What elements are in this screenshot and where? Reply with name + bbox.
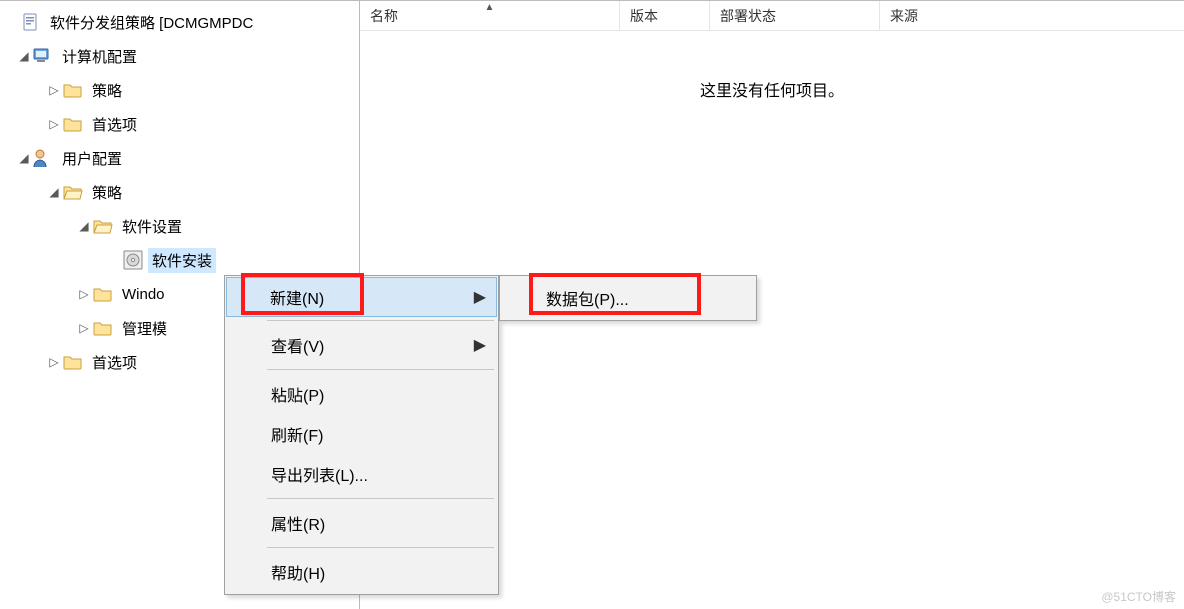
expand-icon[interactable]: ▷ [46, 73, 62, 107]
menu-paste[interactable]: 粘贴(P) [227, 374, 496, 414]
menu-new-label: 新建(N) [270, 285, 324, 309]
expand-icon[interactable]: ▷ [76, 311, 92, 345]
folder-icon [62, 79, 84, 101]
tree-software-install-label: 软件安装 [148, 248, 216, 273]
menu-view-label: 查看(V) [271, 333, 324, 357]
tree-software-settings-label: 软件设置 [118, 214, 186, 239]
tree-root[interactable]: ▷ 软件分发组策略 [DCMGMPDC [0, 5, 359, 39]
menu-separator [267, 547, 494, 548]
col-source[interactable]: 来源 [880, 1, 1184, 30]
expand-icon[interactable]: ▷ [76, 277, 92, 311]
menu-separator [267, 498, 494, 499]
menu-new[interactable]: 新建(N) ▶ [226, 277, 497, 317]
tree-admin-templates-label: 管理模 [118, 316, 171, 341]
watermark: @51CTO博客 [1101, 588, 1176, 605]
folder-icon [92, 317, 114, 339]
submenu-package[interactable]: 数据包(P)... [502, 278, 754, 318]
list-header: 名称 ▲ 版本 部署状态 来源 [360, 1, 1184, 31]
submenu-arrow-icon: ▶ [474, 335, 486, 355]
folder-icon [62, 351, 84, 373]
context-submenu: 数据包(P)... [499, 275, 757, 321]
collapse-icon[interactable]: ◢ [46, 175, 62, 209]
tree-software-settings[interactable]: ◢ 软件设置 [0, 209, 359, 243]
expand-icon[interactable]: ▷ [46, 107, 62, 141]
submenu-arrow-icon: ▶ [474, 287, 486, 307]
menu-properties-label: 属性(R) [271, 511, 325, 535]
expand-icon[interactable]: ▷ [46, 345, 62, 379]
tree-root-label: 软件分发组策略 [DCMGMPDC [46, 10, 257, 35]
tree-cc-policies-label: 策略 [88, 78, 126, 103]
collapse-icon[interactable]: ◢ [76, 209, 92, 243]
tree-windows-label: Windo [118, 284, 169, 305]
col-name[interactable]: 名称 ▲ [360, 1, 620, 30]
collapse-icon[interactable]: ◢ [16, 39, 32, 73]
menu-export-list[interactable]: 导出列表(L)... [227, 454, 496, 494]
menu-help-label: 帮助(H) [271, 560, 325, 584]
empty-message: 这里没有任何项目。 [360, 31, 1184, 101]
tree-computer-config-label: 计算机配置 [58, 44, 141, 69]
user-icon [32, 147, 54, 169]
tree-user-config[interactable]: ◢ 用户配置 [0, 141, 359, 175]
menu-export-list-label: 导出列表(L)... [271, 462, 368, 486]
menu-refresh-label: 刷新(F) [271, 422, 323, 446]
computer-icon [32, 45, 54, 67]
col-version[interactable]: 版本 [620, 1, 710, 30]
col-version-label: 版本 [630, 6, 658, 26]
tree-cc-prefs-label: 首选项 [88, 112, 141, 137]
menu-paste-label: 粘贴(P) [271, 382, 324, 406]
menu-view[interactable]: 查看(V) ▶ [227, 325, 496, 365]
submenu-package-label: 数据包(P)... [546, 286, 629, 310]
folder-icon [92, 283, 114, 305]
folder-icon [62, 113, 84, 135]
menu-separator [267, 369, 494, 370]
installer-disc-icon [122, 249, 144, 271]
col-source-label: 来源 [890, 6, 918, 26]
col-deploy-state[interactable]: 部署状态 [710, 1, 880, 30]
folder-open-icon [62, 181, 84, 203]
policy-doc-icon [20, 11, 42, 33]
collapse-icon[interactable]: ◢ [16, 141, 32, 175]
tree-cc-prefs[interactable]: ▷ 首选项 [0, 107, 359, 141]
col-deploy-state-label: 部署状态 [720, 6, 776, 26]
context-menu: 新建(N) ▶ 查看(V) ▶ 粘贴(P) 刷新(F) 导出列表(L)... 属… [224, 275, 499, 595]
menu-separator [267, 320, 494, 321]
tree-computer-config[interactable]: ◢ 计算机配置 [0, 39, 359, 73]
tree-uc-policies-label: 策略 [88, 180, 126, 205]
folder-open-icon [92, 215, 114, 237]
tree-uc-policies[interactable]: ◢ 策略 [0, 175, 359, 209]
sort-ascending-icon: ▲ [485, 2, 495, 13]
menu-properties[interactable]: 属性(R) [227, 503, 496, 543]
tree-uc-prefs-label: 首选项 [88, 350, 141, 375]
menu-refresh[interactable]: 刷新(F) [227, 414, 496, 454]
col-name-label: 名称 [370, 6, 398, 26]
menu-help[interactable]: 帮助(H) [227, 552, 496, 592]
tree-software-install[interactable]: ▷ 软件安装 [0, 243, 359, 277]
tree-user-config-label: 用户配置 [58, 146, 126, 171]
tree-cc-policies[interactable]: ▷ 策略 [0, 73, 359, 107]
